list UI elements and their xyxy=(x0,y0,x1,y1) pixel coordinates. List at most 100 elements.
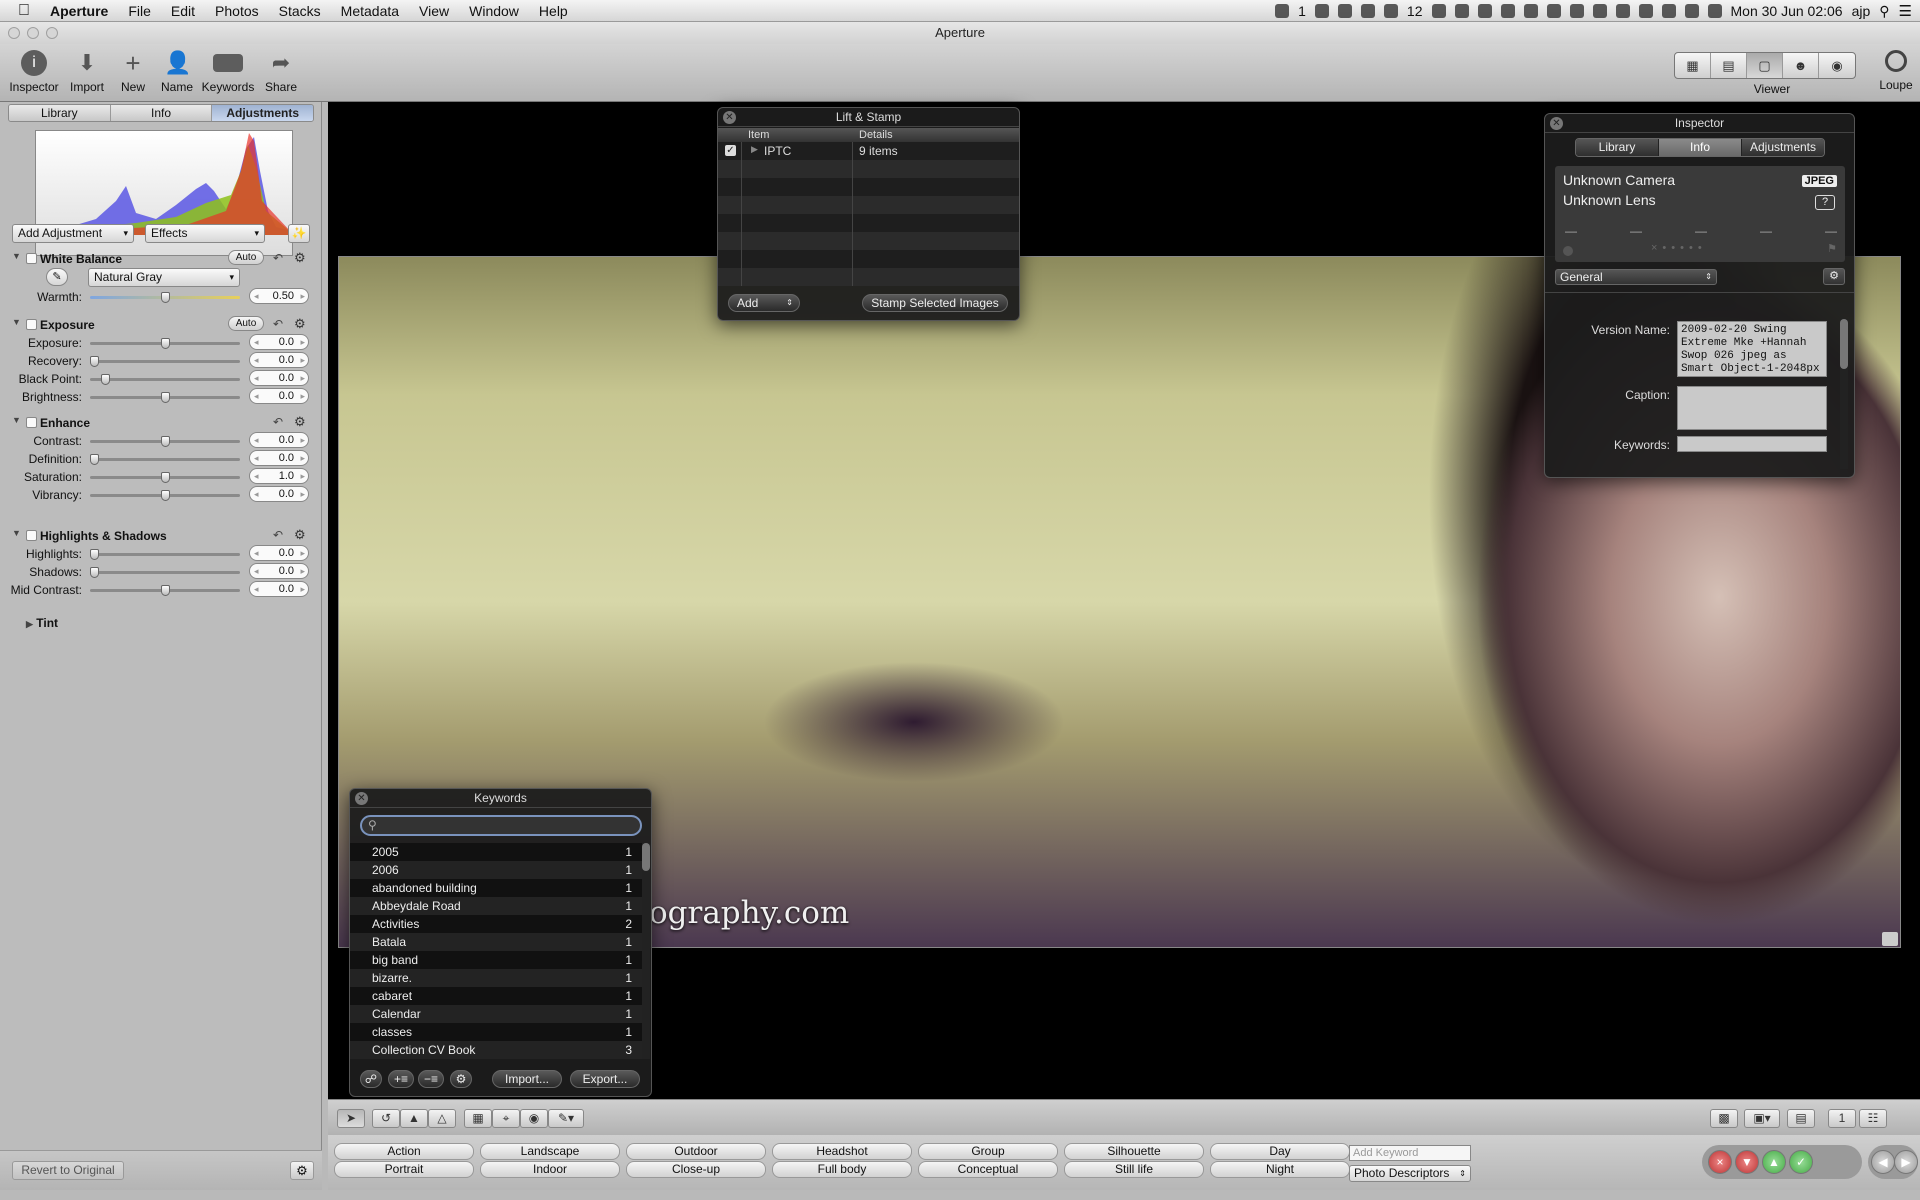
time-machine-icon[interactable] xyxy=(1638,4,1653,18)
undo-icon[interactable]: ↶ xyxy=(273,251,283,265)
caption-field[interactable] xyxy=(1677,386,1827,430)
dropbox-icon[interactable] xyxy=(1337,4,1352,18)
enhance-checkbox[interactable] xyxy=(26,417,37,428)
slider-thumb[interactable] xyxy=(90,356,99,367)
undo-icon[interactable]: ↶ xyxy=(273,415,283,429)
stamp-tool-icon[interactable]: ▲ xyxy=(400,1109,428,1128)
battery-icon[interactable] xyxy=(1477,4,1492,18)
keyword-list-item[interactable]: 2005 1 xyxy=(350,843,642,861)
saturation-value-field[interactable]: 1.0 xyxy=(249,468,309,484)
stamp-selected-images-button[interactable]: Stamp Selected Images xyxy=(862,294,1008,312)
close-window-button[interactable] xyxy=(8,27,20,39)
clapper-icon[interactable] xyxy=(1523,4,1538,18)
metadata-preset-select[interactable]: General ⇕ xyxy=(1555,269,1717,285)
slider-thumb[interactable] xyxy=(160,436,170,447)
exposure-section[interactable]: ▼ Exposure Auto ↶ ⚙ xyxy=(0,316,320,334)
black-point-value-field[interactable]: 0.0 xyxy=(249,370,309,386)
faces-view-icon[interactable]: ☻ xyxy=(1783,53,1819,78)
notif-count[interactable]: 1 xyxy=(1298,3,1306,19)
contrast-slider[interactable] xyxy=(90,436,240,447)
revert-to-original-button[interactable]: Revert to Original xyxy=(12,1161,124,1180)
d-icon[interactable] xyxy=(1360,4,1375,18)
slider-thumb[interactable] xyxy=(160,472,170,483)
undo-icon[interactable]: ↶ xyxy=(273,317,283,331)
add-keyword-button[interactable]: +≡ xyxy=(388,1070,414,1088)
keyword-preset-group-select[interactable]: Photo Descriptors ⇕ xyxy=(1349,1165,1471,1182)
timer-icon[interactable] xyxy=(1592,4,1607,18)
loupe-button[interactable]: Loupe xyxy=(1876,50,1916,92)
version-name-field[interactable]: 2009-02-20 Swing Extreme Mke +Hannah Swo… xyxy=(1677,321,1827,377)
exposure-auto-button[interactable]: Auto xyxy=(228,316,264,331)
decrease-rating-icon[interactable]: ▼ xyxy=(1735,1150,1759,1174)
keyword-list-item[interactable]: Abbeydale Road 1 xyxy=(350,897,642,915)
close-icon[interactable]: ✕ xyxy=(1550,117,1563,130)
vibrancy-value-field[interactable]: 0.0 xyxy=(249,486,309,502)
slider-thumb[interactable] xyxy=(90,454,99,465)
inspector-tab-adjustments[interactable]: Adjustments xyxy=(1742,139,1824,156)
places-view-icon[interactable]: ◉ xyxy=(1819,53,1855,78)
menu-help[interactable]: Help xyxy=(529,3,578,19)
slider-thumb[interactable] xyxy=(160,490,170,501)
column-item[interactable]: Item xyxy=(748,128,769,142)
select-icon[interactable]: ✓ xyxy=(1789,1150,1813,1174)
disclosure-triangle-icon[interactable]: ▼ xyxy=(12,317,21,327)
gear-icon[interactable]: ⚙ xyxy=(294,250,306,266)
tab-info[interactable]: Info xyxy=(110,105,213,121)
undo-icon[interactable]: ↶ xyxy=(273,528,283,542)
menubar-user[interactable]: ajp xyxy=(1852,3,1871,19)
badge-12[interactable]: 12 xyxy=(1407,3,1423,19)
contrast-value-field[interactable]: 0.0 xyxy=(249,432,309,448)
exposure-slider[interactable] xyxy=(90,338,240,349)
metadata-action-button[interactable]: ⚙ xyxy=(1823,268,1845,285)
menu-window[interactable]: Window xyxy=(459,3,529,19)
menu-aperture[interactable]: Aperture xyxy=(40,3,118,19)
vibrancy-slider[interactable] xyxy=(90,490,240,501)
highlights-shadows-checkbox[interactable] xyxy=(26,530,37,541)
brush-tool-icon[interactable]: ✎▾ xyxy=(548,1109,584,1128)
keyword-button[interactable]: Full body xyxy=(772,1161,912,1178)
next-image-icon[interactable]: ▶ xyxy=(1894,1150,1918,1174)
slider-thumb[interactable] xyxy=(160,585,170,596)
enhance-section[interactable]: ▼ Enhance ↶ ⚙ xyxy=(0,414,320,432)
shadows-value-field[interactable]: 0.0 xyxy=(249,563,309,579)
slider-thumb[interactable] xyxy=(101,374,111,385)
keyword-button[interactable]: Headshot xyxy=(772,1143,912,1160)
inspector-button[interactable]: i Inspector xyxy=(5,50,63,94)
highlights-slider[interactable] xyxy=(90,549,240,560)
brightness-value-field[interactable]: 0.0 xyxy=(249,388,309,404)
keywords-button[interactable]: Keywords xyxy=(199,50,257,94)
keyword-button[interactable]: Night xyxy=(1210,1161,1350,1178)
bird-icon[interactable] xyxy=(1431,4,1446,18)
warmth-value-field[interactable]: 0.50 xyxy=(249,288,309,304)
column-details[interactable]: Details xyxy=(859,128,893,142)
menu-view[interactable]: View xyxy=(409,3,459,19)
keyword-button[interactable]: Conceptual xyxy=(918,1161,1058,1178)
b-icon[interactable] xyxy=(1314,4,1329,18)
keyword-list-item[interactable]: Collection CV Book 3 xyxy=(350,1041,642,1059)
keyword-search-input[interactable]: ⚲ xyxy=(360,815,642,836)
keyword-list-item[interactable]: Activities 2 xyxy=(350,915,642,933)
close-icon[interactable]: ✕ xyxy=(723,111,736,124)
expand-triangle-icon[interactable]: ▶ xyxy=(751,144,758,155)
inspector-tab-info[interactable]: Info xyxy=(1659,139,1742,156)
wifi-icon[interactable] xyxy=(1615,4,1630,18)
keyword-button[interactable]: Close-up xyxy=(626,1161,766,1178)
name-button[interactable]: 👤 Name xyxy=(148,50,206,94)
viewer-overlay-icon[interactable] xyxy=(1882,932,1898,946)
grid-view-icon[interactable]: ▦ xyxy=(1675,53,1711,78)
mid-contrast-value-field[interactable]: 0.0 xyxy=(249,581,309,597)
tab-library[interactable]: Library xyxy=(9,105,111,121)
multi-view-icon[interactable]: ☷ xyxy=(1859,1109,1887,1128)
shield-icon[interactable] xyxy=(1569,4,1584,18)
menubar-clock[interactable]: Mon 30 Jun 02:06 xyxy=(1731,3,1843,19)
home-icon[interactable] xyxy=(1500,4,1515,18)
bell-icon[interactable] xyxy=(1275,4,1290,18)
inspector-scrollbar[interactable] xyxy=(1840,319,1848,469)
keyword-list-item[interactable]: classes 1 xyxy=(350,1023,642,1041)
keyword-button[interactable]: Portrait xyxy=(334,1161,474,1178)
inspector-tab-library[interactable]: Library xyxy=(1576,139,1659,156)
keyword-button[interactable]: Indoor xyxy=(480,1161,620,1178)
rotate-left-icon[interactable]: ↺ xyxy=(372,1109,400,1128)
disclosure-triangle-icon[interactable]: ▼ xyxy=(12,415,21,425)
black-point-slider[interactable] xyxy=(90,374,240,385)
